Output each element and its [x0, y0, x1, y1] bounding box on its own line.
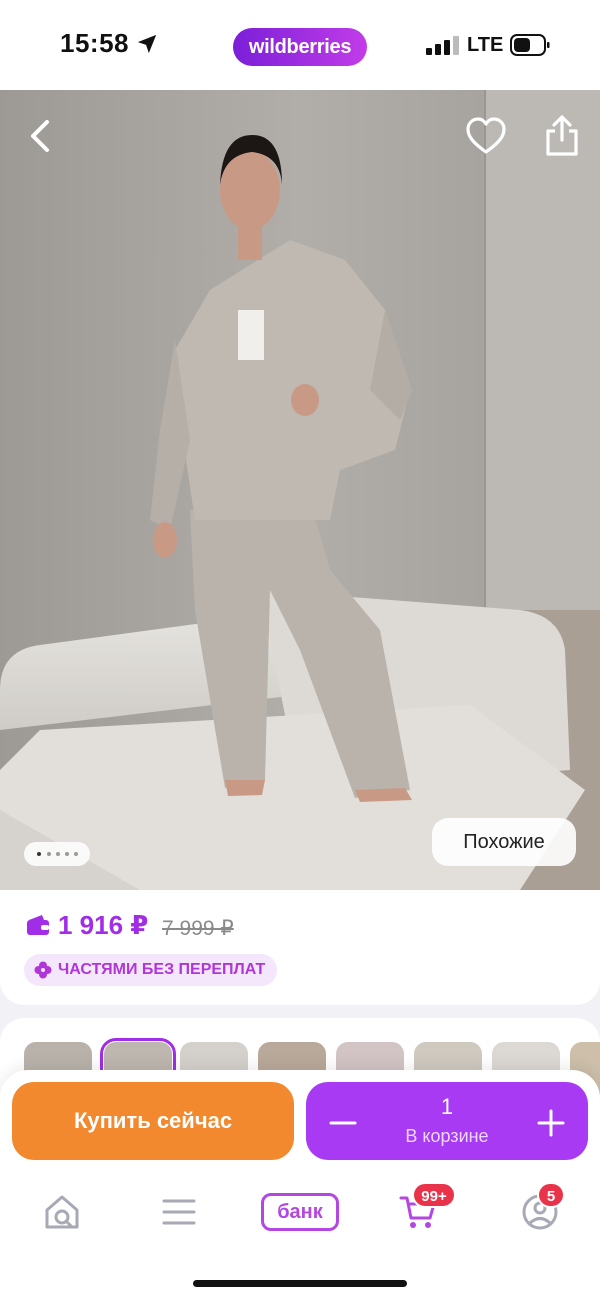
location-arrow-icon: [137, 34, 157, 54]
product-photo: [0, 90, 600, 890]
old-price: 7 999 ₽: [162, 917, 234, 940]
bank-tab[interactable]: банк: [261, 1193, 339, 1231]
plus-icon[interactable]: [536, 1108, 566, 1138]
brand-logo: wildberries: [233, 28, 367, 66]
wallet-icon: [27, 915, 49, 935]
current-price: 1 916 ₽: [58, 910, 149, 940]
status-bar: 15:58 wildberries LTE: [0, 0, 600, 90]
network-type: LTE: [467, 34, 504, 56]
price-card: 1 916 ₽ 7 999 ₽ ЧАСТЯМИ БЕЗ ПЕРЕПЛАТ: [0, 890, 600, 1005]
battery-icon: [510, 34, 550, 56]
pagination-dot: [56, 852, 60, 856]
pagination-dot: [74, 852, 78, 856]
profile-badge: 5: [537, 1182, 565, 1208]
back-icon[interactable]: [18, 112, 66, 160]
image-pagination: [24, 842, 90, 866]
home-indicator: [193, 1280, 407, 1287]
installment-badge[interactable]: ЧАСТЯМИ БЕЗ ПЕРЕПЛАТ: [24, 954, 278, 986]
home-search-icon[interactable]: [42, 1192, 82, 1232]
installment-icon: [34, 961, 52, 979]
heart-icon[interactable]: [462, 112, 510, 160]
bottom-sheet: Купить сейчас 1 В корзине 99+ 5: [0, 1070, 600, 1300]
installment-label: ЧАСТЯМИ БЕЗ ПЕРЕПЛАТ: [58, 961, 266, 978]
cart-badge: 99+: [412, 1182, 456, 1208]
pagination-dot: [47, 852, 51, 856]
signal-icon: [426, 35, 459, 55]
share-icon[interactable]: [538, 112, 586, 160]
buy-now-button[interactable]: Купить сейчас: [12, 1082, 294, 1160]
cart-stepper: 1 В корзине: [306, 1082, 588, 1160]
pagination-dot: [65, 852, 69, 856]
similar-button[interactable]: Похожие: [432, 818, 576, 866]
pagination-dot: [37, 852, 41, 856]
product-screen: 15:58 wildberries LTE Похожие 1 916 ₽ 7 …: [0, 0, 600, 1300]
status-time: 15:58: [60, 28, 129, 58]
product-image[interactable]: Похожие: [0, 90, 600, 890]
menu-icon[interactable]: [162, 1195, 196, 1229]
